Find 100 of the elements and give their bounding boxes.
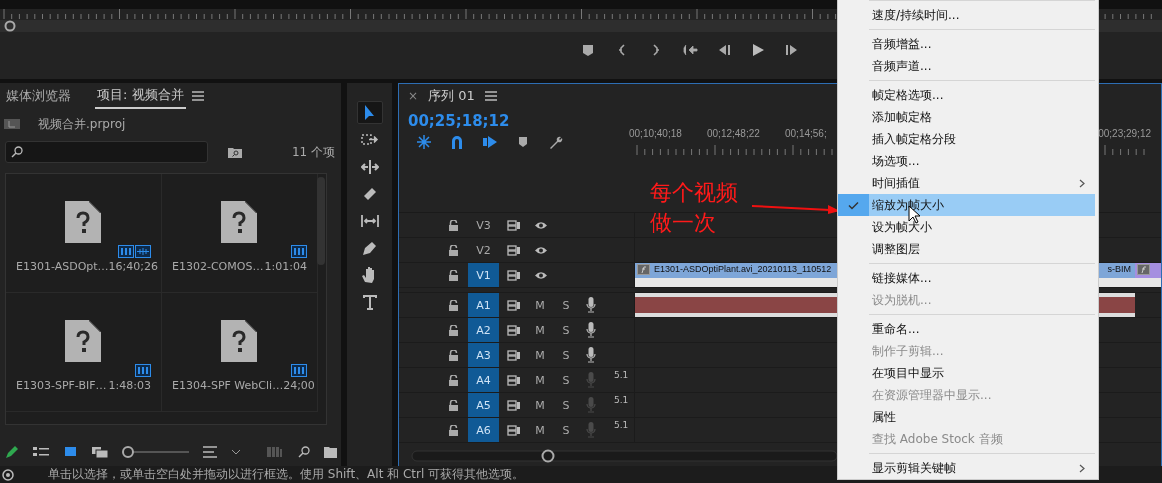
sync-lock-icon[interactable] <box>507 324 521 336</box>
solo-button[interactable]: S <box>553 373 579 387</box>
freeform-view-icon[interactable] <box>92 446 109 458</box>
sync-lock-icon[interactable] <box>507 424 521 436</box>
media-card[interactable]: E1302-COMOS…1:01:04 <box>162 174 318 293</box>
track-target[interactable]: A5 <box>468 393 499 417</box>
sort-icon[interactable] <box>203 446 217 458</box>
menu-item[interactable]: 音频增益... <box>838 33 1095 55</box>
fx-icon <box>637 264 650 275</box>
menu-item[interactable]: 速度/持续时间... <box>838 4 1095 26</box>
panel-tab[interactable]: 项目: 视频合并 <box>95 83 186 109</box>
microphone-icon[interactable] <box>586 347 596 363</box>
annotation-text: 每个视频 做一次 <box>650 179 738 237</box>
track-target[interactable]: A2 <box>468 318 499 342</box>
sequence-tab[interactable]: 序列 01 <box>428 87 475 105</box>
track-target[interactable]: A4 <box>468 368 499 392</box>
video-badge-icon <box>135 364 151 377</box>
microphone-icon[interactable] <box>586 297 596 313</box>
play-icon <box>750 43 766 57</box>
menu-item[interactable]: 显示剪辑关键帧 <box>838 457 1095 479</box>
sync-lock-icon[interactable] <box>507 349 521 361</box>
menu-item[interactable]: 属性 <box>838 406 1095 428</box>
new-bin-icon[interactable] <box>324 446 337 458</box>
mute-button[interactable]: M <box>527 298 553 312</box>
solo-button[interactable]: S <box>553 348 579 362</box>
menu-item[interactable]: 调整图层 <box>838 238 1095 260</box>
microphone-icon[interactable] <box>586 322 596 338</box>
solo-button[interactable]: S <box>553 423 579 437</box>
track-target[interactable]: V3 <box>468 213 499 237</box>
media-card[interactable]: E1303-SPF-BIF… 1:48:03 <box>6 293 162 412</box>
track-target[interactable]: V1 <box>468 263 499 287</box>
menu-item[interactable]: 设为帧大小 <box>838 216 1095 238</box>
clip-name: E1301-ASDOptiPlant.avi_20210113_110512 <box>654 264 832 274</box>
caret-icon[interactable] <box>230 449 241 455</box>
menu-item[interactable]: 场选项... <box>838 150 1095 172</box>
lock-icon[interactable] <box>449 424 458 436</box>
track-target[interactable]: A6 <box>468 418 499 442</box>
playhead-handle[interactable] <box>4 20 16 32</box>
sync-lock-icon[interactable] <box>507 374 521 386</box>
linked-icon[interactable] <box>482 134 498 150</box>
menu-icon[interactable] <box>484 91 497 101</box>
sync-lock-icon[interactable] <box>507 269 521 281</box>
menu-item[interactable]: 音频声道... <box>838 55 1095 77</box>
pencil-icon[interactable] <box>5 445 19 459</box>
sync-lock-icon[interactable] <box>507 299 521 311</box>
nest-icon[interactable] <box>416 134 432 150</box>
mute-button[interactable]: M <box>527 398 553 412</box>
channel-label: 5.1 <box>614 370 629 380</box>
mute-button[interactable]: M <box>527 323 553 337</box>
close-button[interactable]: × <box>408 89 419 103</box>
lock-icon[interactable] <box>449 269 458 281</box>
selection-tool[interactable] <box>356 101 383 124</box>
menu-icon[interactable] <box>191 91 204 101</box>
eye-icon[interactable] <box>534 270 548 280</box>
search-icon[interactable] <box>298 446 311 458</box>
menu-item[interactable]: 在项目中显示 <box>838 362 1095 384</box>
list-view-icon[interactable] <box>32 446 49 458</box>
go-to-in-button[interactable] <box>682 43 698 57</box>
zoom-slider[interactable] <box>122 446 189 458</box>
sync-lock-icon[interactable] <box>507 219 521 231</box>
lock-icon[interactable] <box>449 219 458 231</box>
sync-lock-icon[interactable] <box>507 244 521 256</box>
solo-button[interactable]: S <box>553 323 579 337</box>
eye-icon[interactable] <box>534 220 548 230</box>
media-card[interactable]: E1304-SPF WebCli…24;00 <box>162 293 318 412</box>
mute-button[interactable]: M <box>527 373 553 387</box>
lock-icon[interactable] <box>449 374 458 386</box>
menu-item[interactable]: 时间插值 <box>838 172 1095 194</box>
lock-icon[interactable] <box>449 324 458 336</box>
settings-icon[interactable] <box>548 134 564 150</box>
lock-icon[interactable] <box>449 244 458 256</box>
ripple-icon <box>360 157 379 176</box>
icon-view-icon[interactable] <box>62 446 79 458</box>
media-card[interactable]: E1301-ASDOpt…16;40;26 <box>6 174 162 293</box>
track-target[interactable]: V2 <box>468 238 499 262</box>
lock-icon[interactable] <box>449 399 458 411</box>
menu-item[interactable]: 重命名... <box>838 318 1095 340</box>
media-duration: 16;40;26 <box>108 260 158 273</box>
sync-lock-icon[interactable] <box>507 399 521 411</box>
panel-tab[interactable]: 媒体浏览器 <box>4 83 73 109</box>
video-badge-icon <box>118 245 134 258</box>
play-button[interactable] <box>750 43 766 57</box>
search-field[interactable] <box>5 141 208 163</box>
mute-button[interactable]: M <box>527 423 553 437</box>
timecode[interactable]: 00;25;18;12 <box>408 112 635 130</box>
slider-thumb[interactable] <box>122 446 135 458</box>
solo-button[interactable]: S <box>553 398 579 412</box>
lock-icon[interactable] <box>449 349 458 361</box>
folder-search-icon[interactable] <box>228 146 242 158</box>
menu-item[interactable]: 插入帧定格分段 <box>838 128 1095 150</box>
menu-item[interactable]: 添加帧定格 <box>838 106 1095 128</box>
menu-item[interactable]: 帧定格选项... <box>838 84 1095 106</box>
snap-icon[interactable] <box>449 134 465 150</box>
lock-icon[interactable] <box>449 299 458 311</box>
eye-icon[interactable] <box>534 245 548 255</box>
solo-button[interactable]: S <box>553 298 579 312</box>
marker-button[interactable] <box>580 43 596 57</box>
mute-button[interactable]: M <box>527 348 553 362</box>
track-target[interactable]: A3 <box>468 343 499 367</box>
track-target[interactable]: A1 <box>468 293 499 317</box>
